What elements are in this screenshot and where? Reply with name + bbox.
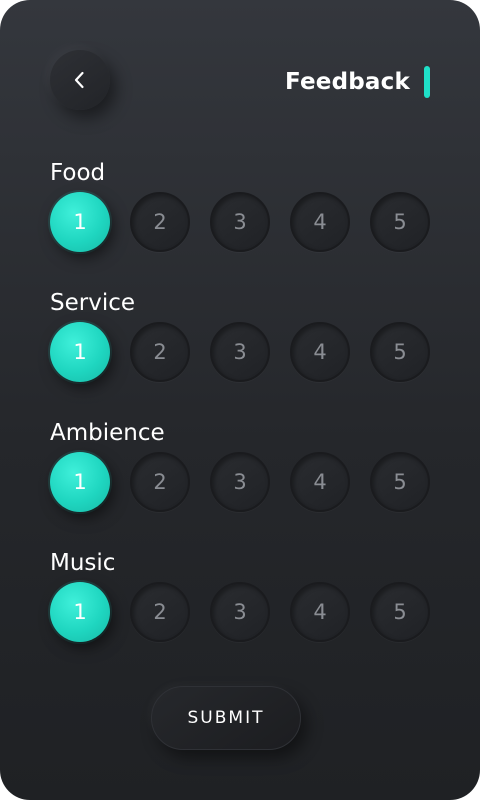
section-label: Music	[50, 550, 116, 576]
rating-option-3[interactable]: 3	[210, 322, 270, 382]
section-label: Food	[50, 160, 106, 186]
rating-option-5[interactable]: 5	[370, 582, 430, 642]
rating-option-4[interactable]: 4	[290, 192, 350, 252]
submit-button[interactable]: SUBMIT	[151, 686, 301, 750]
chevron-left-icon	[74, 71, 84, 89]
back-button[interactable]	[50, 50, 110, 110]
rating-options: 1 2 3 4 5	[50, 452, 434, 516]
rating-option-3[interactable]: 3	[210, 452, 270, 512]
rating-option-3[interactable]: 3	[210, 192, 270, 252]
rating-option-1[interactable]: 1	[50, 322, 110, 382]
rating-option-2[interactable]: 2	[130, 452, 190, 512]
rating-option-4[interactable]: 4	[290, 322, 350, 382]
rating-option-1[interactable]: 1	[50, 192, 110, 252]
section-label: Service	[50, 290, 136, 316]
rating-option-1[interactable]: 1	[50, 582, 110, 642]
rating-options: 1 2 3 4 5	[50, 322, 434, 386]
rating-option-2[interactable]: 2	[130, 582, 190, 642]
rating-option-5[interactable]: 5	[370, 322, 430, 382]
section-label: Ambience	[50, 420, 165, 446]
feedback-card: Feedback Food 1 2 3 4 5 Service 1 2 3 4 …	[0, 0, 480, 800]
rating-option-1[interactable]: 1	[50, 452, 110, 512]
rating-option-5[interactable]: 5	[370, 192, 430, 252]
rating-options: 1 2 3 4 5	[50, 582, 434, 646]
page-title: Feedback	[285, 69, 410, 95]
rating-option-4[interactable]: 4	[290, 452, 350, 512]
rating-option-3[interactable]: 3	[210, 582, 270, 642]
rating-option-5[interactable]: 5	[370, 452, 430, 512]
rating-option-2[interactable]: 2	[130, 192, 190, 252]
rating-option-2[interactable]: 2	[130, 322, 190, 382]
rating-options: 1 2 3 4 5	[50, 192, 434, 256]
title-accent-bar	[424, 66, 430, 98]
rating-option-4[interactable]: 4	[290, 582, 350, 642]
